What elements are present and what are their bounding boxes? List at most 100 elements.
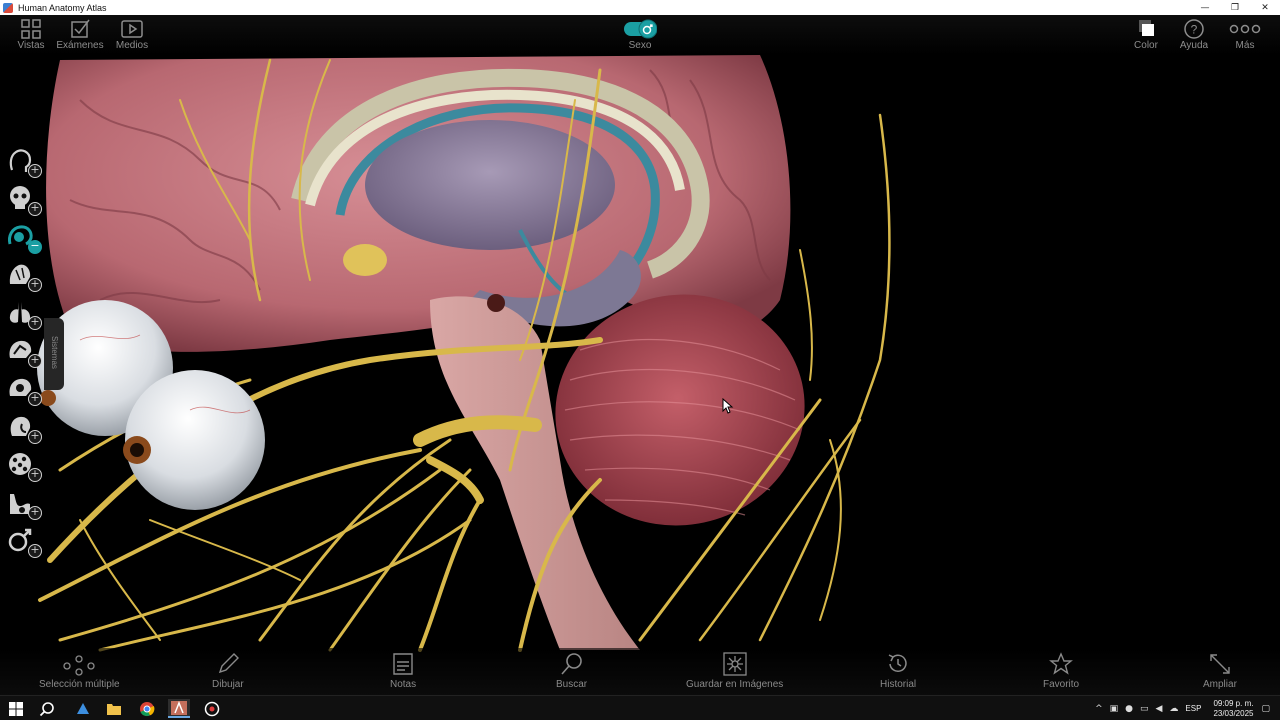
medios-button[interactable]: Medios [107,18,157,54]
network-icon[interactable]: ▭ [1140,704,1149,714]
history-icon [888,654,907,673]
system-button-vascular[interactable]: + [4,334,42,368]
add-icon: + [28,544,42,558]
sexo-label: Sexo [628,40,652,51]
windows-icon [9,701,23,716]
top-toolbar: Vistas Exámenes Medios Sexo Color ? Ayud… [0,15,1280,55]
system-button-cells[interactable]: + [4,448,42,482]
color-label: Color [1134,40,1158,51]
notifications-icon[interactable]: ▢ [1261,704,1270,714]
add-icon: + [28,506,42,520]
examenes-label: Exámenes [56,40,104,51]
taskbar-file-explorer[interactable] [103,699,125,718]
volume-icon[interactable]: ◀ [1156,704,1163,714]
anatomy-model[interactable] [0,15,1280,695]
add-icon: + [28,164,42,178]
clock-time: 09:09 p. m. [1213,698,1254,708]
windows-taskbar: ^ ▣ ● ▭ ◀ ☁ ESP 09:09 p. m. 23/03/2025 ▢ [0,695,1280,720]
save-image-icon [722,652,747,676]
add-icon: + [28,202,42,216]
star-icon [1049,652,1074,675]
store-icon [77,702,89,714]
taskbar-app-store[interactable] [72,699,94,718]
dibujar-button[interactable]: Dibujar [212,652,244,692]
tray-overflow-icon[interactable]: ^ [1095,704,1103,714]
system-button-skeleton[interactable]: + [4,182,42,216]
minimize-button[interactable]: — [1190,0,1220,15]
taskbar-search[interactable] [36,699,58,718]
notes-icon [393,653,413,675]
system-button-urinary[interactable]: + [4,486,42,520]
dibujar-label: Dibujar [212,679,244,690]
sistemas-label: Sistemas [50,336,59,369]
favorito-button[interactable]: Favorito [1043,652,1079,692]
examenes-button[interactable]: Exámenes [55,18,105,54]
mas-label: Más [1235,40,1255,51]
historial-button[interactable]: Historial [880,652,916,692]
window-title: Human Anatomy Atlas [18,2,107,13]
start-button[interactable] [5,699,27,718]
ayuda-button[interactable]: ? Ayuda [1169,18,1219,54]
add-icon: + [28,468,42,482]
system-tray: ^ ▣ ● ▭ ◀ ☁ ESP 09:09 p. m. 23/03/2025 ▢ [1095,696,1280,720]
guardar-imagenes-button[interactable]: Guardar en Imágenes [686,652,783,692]
multi-select-icon [63,655,95,676]
remove-icon: − [28,240,42,254]
notas-button[interactable]: Notas [390,652,416,692]
mas-button[interactable]: Más [1220,18,1270,54]
sexo-toggle[interactable]: Sexo [615,18,665,54]
buscar-button[interactable]: Buscar [556,652,587,692]
taskbar-anatomy-atlas[interactable] [168,699,190,718]
close-button[interactable]: ✕ [1250,0,1280,15]
svg-text:?: ? [1191,23,1198,37]
guardar-label: Guardar en Imágenes [686,679,784,690]
color-button[interactable]: Color [1121,18,1171,54]
mouse-cursor-icon [722,398,734,414]
checkbox-icon [71,19,90,38]
pencil-icon [218,653,239,674]
sex-toggle-icon [624,19,657,39]
notas-label: Notas [390,679,417,690]
add-icon: + [28,316,42,330]
onedrive-icon[interactable]: ☁ [1169,704,1178,714]
vistas-button[interactable]: Vistas [6,18,56,54]
restore-button[interactable]: ❐ [1220,0,1250,15]
system-button-muscle[interactable]: + [4,258,42,292]
system-button-respiratory[interactable]: + [4,296,42,330]
more-icon [1229,24,1261,34]
system-button-lymphatic[interactable]: + [4,372,42,406]
add-icon: + [28,278,42,292]
add-icon: + [28,392,42,406]
medios-label: Medios [115,40,149,51]
system-button-digestive[interactable]: + [4,410,42,444]
system-button-nervous[interactable]: − [4,220,42,254]
app-icon [3,2,13,13]
play-icon [121,20,143,38]
buscar-label: Buscar [556,679,588,690]
favorito-label: Favorito [1043,679,1080,690]
language-indicator[interactable]: ESP [1185,704,1201,713]
bottom-toolbar: Selección múltiple Dibujar Notas Buscar … [0,648,1280,695]
expand-icon [1210,654,1230,674]
system-button-skin[interactable]: + [4,144,42,178]
microphone-icon[interactable]: ● [1125,704,1133,714]
seleccion-multiple-button[interactable]: Selección múltiple [39,652,120,692]
taskbar-chrome[interactable] [136,699,158,718]
tray-camera-icon[interactable]: ▣ [1110,704,1119,714]
add-icon: + [28,354,42,368]
system-button-reproductive[interactable]: + [4,524,42,558]
search-icon [39,701,54,716]
window-controls: — ❐ ✕ [1190,0,1280,15]
ampliar-button[interactable]: Ampliar [1203,652,1237,692]
historial-label: Historial [880,679,917,690]
grid-icon [21,19,41,39]
sistemas-tab[interactable]: Sistemas [44,318,64,390]
window-title-bar: Human Anatomy Atlas — ❐ ✕ [0,0,1280,15]
vistas-label: Vistas [17,40,45,51]
add-icon: + [28,430,42,444]
taskbar-recorder[interactable] [201,699,223,718]
clock-date: 23/03/2025 [1213,708,1254,718]
ayuda-label: Ayuda [1179,40,1209,51]
anatomy-3d-viewport[interactable] [0,15,1280,695]
clock[interactable]: 09:09 p. m. 23/03/2025 [1213,699,1253,719]
